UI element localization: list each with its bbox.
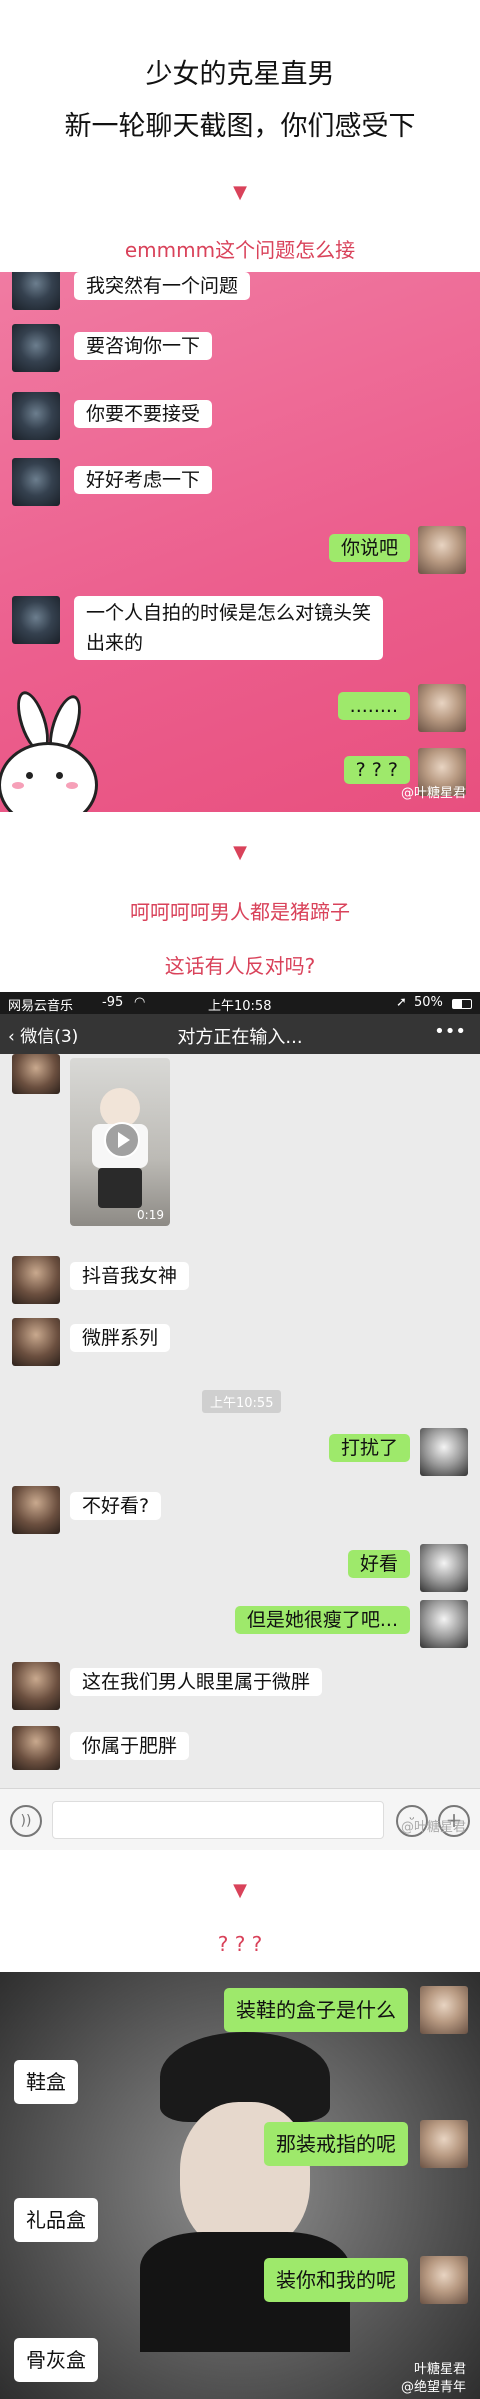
chat-bubble: ? ? ?: [343, 756, 410, 784]
status-time: 上午10:58: [208, 999, 272, 1014]
page-title-line1: 少女的克星直男: [145, 59, 335, 90]
avatar: [12, 1726, 60, 1770]
chat-bubble: 你说吧: [328, 534, 410, 562]
avatar: [12, 458, 60, 506]
status-signal: -95: [102, 995, 124, 1010]
chat-bubble: 鞋盒: [14, 2060, 78, 2104]
chat-bubble: 好看: [347, 1550, 410, 1578]
chat-bubble: 骨灰盒: [14, 2338, 98, 2382]
chat-title: 对方正在输入...: [177, 1027, 303, 1048]
wifi-icon: ◠: [134, 995, 146, 1010]
chat-bubble: 要咨询你一下: [74, 332, 213, 360]
video-duration: 0:19: [137, 1208, 164, 1222]
status-battery: 50%: [414, 995, 443, 1010]
location-icon: ➚: [396, 995, 407, 1010]
timestamp: 上午10:55: [202, 1390, 282, 1413]
avatar: [12, 1256, 60, 1304]
chat-bubble-text: 装你和我的呢: [276, 2268, 396, 2292]
watermark: 叶糖星君: [413, 2362, 466, 2377]
chat-bubble-text: ? ? ?: [355, 759, 398, 781]
chat-bubble-text: 那装戒指的呢: [276, 2132, 396, 2156]
chat-bubble: 我突然有一个问题: [74, 272, 251, 300]
message-input[interactable]: [52, 1801, 384, 1839]
chat-bubble-text: 但是她很瘦了吧...: [246, 1609, 398, 1631]
down-triangle-icon: ▼: [233, 1880, 247, 1901]
avatar: [420, 1544, 468, 1592]
avatar: [12, 1318, 60, 1366]
avatar: [12, 1054, 60, 1094]
video-thumbnail[interactable]: 0:19: [70, 1058, 170, 1226]
avatar: [420, 1428, 468, 1476]
caption-anyone-disagree: 这话有人反对吗?: [164, 954, 316, 978]
battery-icon: [452, 999, 472, 1009]
down-triangle-icon: ▼: [233, 842, 247, 863]
watermark: @叶糖星君: [400, 1820, 466, 1835]
bunny-sticker-icon: [0, 687, 100, 812]
caption-emmmm: emmmm这个问题怎么接: [124, 238, 356, 262]
watermark: @绝望青年: [400, 2380, 466, 2395]
avatar: [420, 1986, 468, 2034]
chat-screenshot-2: 网易云音乐 -95 ◠ 上午10:58 ➚ 50% ‹ 微信(3) 对方正在输入…: [0, 992, 480, 1850]
avatar: [420, 2120, 468, 2168]
avatar: [12, 1662, 60, 1710]
chat-bubble: 你要不要接受: [74, 400, 213, 428]
chat-bubble: ........: [337, 692, 410, 720]
voice-icon[interactable]: )): [10, 1805, 42, 1837]
down-triangle-icon: ▼: [233, 182, 247, 203]
play-icon[interactable]: [104, 1122, 140, 1158]
avatar: [418, 684, 466, 732]
chat-screenshot-1: 我突然有一个问题 要咨询你一下 你要不要接受 好好考虑一下 你说吧 一个人自拍的…: [0, 272, 480, 812]
avatar: [12, 324, 60, 372]
chat-bubble-line: 一个人自拍的时候是怎么对镜头笑: [86, 602, 372, 624]
chat-bubble-text: 打扰了: [340, 1437, 398, 1459]
chat-bubble: 那装戒指的呢: [264, 2122, 408, 2166]
chat-bubble: 装鞋的盒子是什么: [224, 1988, 408, 2032]
chat-bubble-text: ........: [349, 695, 398, 717]
chat-bubble-text: 你说吧: [340, 537, 398, 559]
chat-bubble: 好好考虑一下: [74, 466, 213, 494]
caption-question-marks: ? ? ?: [217, 1932, 263, 1956]
avatar: [12, 596, 60, 644]
page-title-line2: 新一轮聊天截图，你们感受下: [64, 111, 416, 142]
chat-bubble: 你属于肥胖: [70, 1732, 190, 1760]
avatar: [12, 392, 60, 440]
status-app: 网易云音乐: [8, 999, 74, 1014]
chat-bubble: 打扰了: [328, 1434, 410, 1462]
nav-bar: ‹ 微信(3) 对方正在输入... •••: [0, 1014, 480, 1054]
chat-screenshot-3: 装鞋的盒子是什么 鞋盒 那装戒指的呢 礼品盒 装你和我的呢 骨灰盒 叶糖星君 @…: [0, 1972, 480, 2399]
chat-bubble: 礼品盒: [14, 2198, 98, 2242]
chat-bubble: 抖音我女神: [70, 1262, 190, 1290]
chat-bubble: 这在我们男人眼里属于微胖: [70, 1668, 323, 1696]
chat-bubble: 但是她很瘦了吧...: [234, 1606, 410, 1634]
more-button[interactable]: •••: [434, 1021, 466, 1042]
caption-pig-trotters: 呵呵呵呵男人都是猪蹄子: [130, 900, 350, 924]
status-bar: 网易云音乐 -95 ◠ 上午10:58 ➚ 50%: [0, 992, 480, 1014]
avatar: [12, 1486, 60, 1534]
chat-bubble: 一个人自拍的时候是怎么对镜头笑 出来的: [74, 596, 384, 660]
chat-bubble: 不好看?: [70, 1492, 162, 1520]
avatar: [418, 526, 466, 574]
avatar: [12, 272, 60, 310]
chat-bubble-text: 好看: [359, 1553, 398, 1575]
avatar: [420, 2256, 468, 2304]
avatar: [420, 1600, 468, 1648]
watermark: @叶糖星君: [400, 786, 466, 801]
chat-bubble-text: 装鞋的盒子是什么: [236, 1998, 396, 2022]
chat-bubble: 微胖系列: [70, 1324, 171, 1352]
chat-bubble-line: 出来的: [86, 632, 144, 654]
chat-bubble: 装你和我的呢: [264, 2258, 408, 2302]
